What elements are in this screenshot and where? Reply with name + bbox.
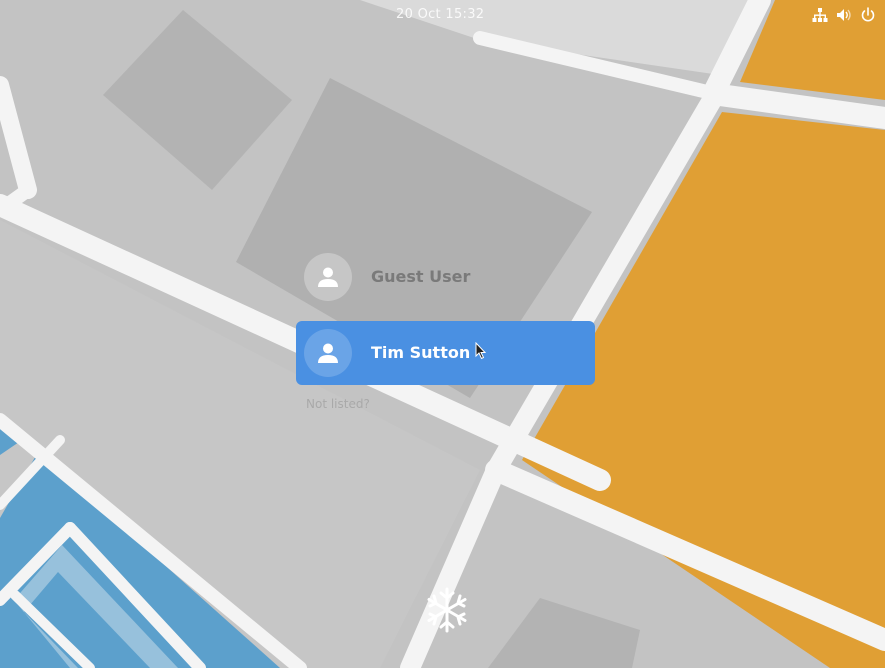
user-avatar-icon <box>318 343 338 363</box>
volume-icon[interactable] <box>836 7 852 23</box>
avatar <box>304 253 352 301</box>
user-item-guest[interactable]: Guest User <box>296 245 595 309</box>
user-name: Tim Sutton <box>371 343 471 362</box>
avatar <box>304 329 352 377</box>
not-listed-link[interactable]: Not listed? <box>306 397 370 411</box>
user-item-tim-sutton[interactable]: Tim Sutton <box>296 321 595 385</box>
power-icon[interactable] <box>860 7 876 23</box>
mouse-cursor-icon <box>475 342 487 360</box>
clock[interactable]: 20 Oct 15:32 <box>396 7 484 22</box>
user-avatar-icon <box>318 267 338 287</box>
snowflake-logo-icon <box>427 587 467 633</box>
login-screen: 20 Oct 15:32 Guest User Tim Sutton Not l… <box>0 0 885 668</box>
network-icon[interactable] <box>812 7 828 23</box>
top-bar: 20 Oct 15:32 <box>0 0 885 30</box>
user-name: Guest User <box>371 267 471 286</box>
